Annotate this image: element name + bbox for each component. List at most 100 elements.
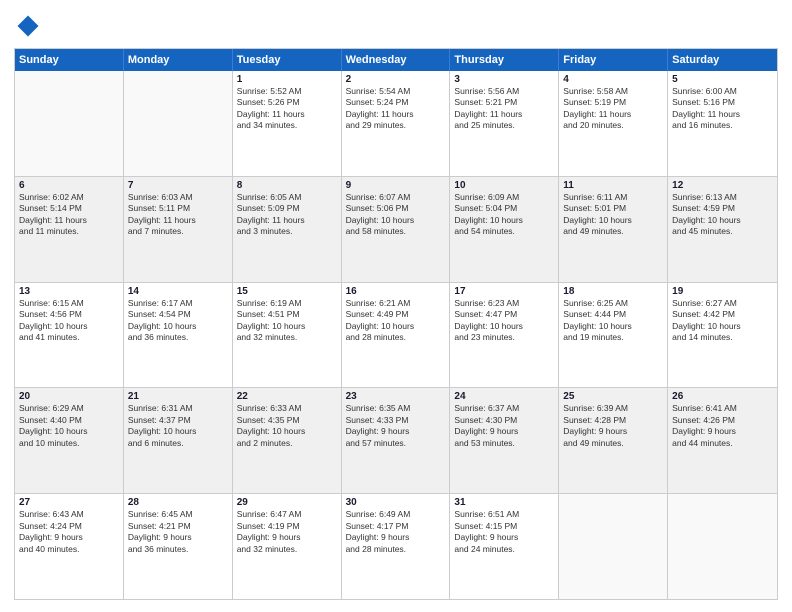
calendar-cell: 12Sunrise: 6:13 AMSunset: 4:59 PMDayligh… [668, 177, 777, 282]
cell-info-line: Sunset: 5:11 PM [128, 203, 228, 214]
cell-info-line: Daylight: 11 hours [128, 215, 228, 226]
cell-info-line: Sunrise: 6:25 AM [563, 298, 663, 309]
calendar-cell [124, 71, 233, 176]
day-number: 22 [237, 391, 337, 402]
cell-info-line: Sunrise: 6:21 AM [346, 298, 446, 309]
calendar-cell: 18Sunrise: 6:25 AMSunset: 4:44 PMDayligh… [559, 283, 668, 388]
cell-info-line: Sunrise: 6:27 AM [672, 298, 773, 309]
cell-info-line: Sunrise: 6:13 AM [672, 192, 773, 203]
cell-info-line: and 14 minutes. [672, 332, 773, 343]
calendar-cell: 31Sunrise: 6:51 AMSunset: 4:15 PMDayligh… [450, 494, 559, 599]
cell-info-line: Sunset: 4:26 PM [672, 415, 773, 426]
day-number: 2 [346, 74, 446, 85]
day-number: 26 [672, 391, 773, 402]
calendar-cell: 27Sunrise: 6:43 AMSunset: 4:24 PMDayligh… [15, 494, 124, 599]
cell-info-line: and 11 minutes. [19, 226, 119, 237]
calendar-cell: 3Sunrise: 5:56 AMSunset: 5:21 PMDaylight… [450, 71, 559, 176]
calendar-cell: 8Sunrise: 6:05 AMSunset: 5:09 PMDaylight… [233, 177, 342, 282]
cell-info-line: Sunrise: 6:02 AM [19, 192, 119, 203]
cell-info-line: and 36 minutes. [128, 332, 228, 343]
calendar-cell: 17Sunrise: 6:23 AMSunset: 4:47 PMDayligh… [450, 283, 559, 388]
day-number: 27 [19, 497, 119, 508]
cell-info-line: and 29 minutes. [346, 120, 446, 131]
cell-info-line: Sunset: 4:47 PM [454, 309, 554, 320]
cell-info-line: Sunset: 4:33 PM [346, 415, 446, 426]
cell-info-line: Sunset: 4:56 PM [19, 309, 119, 320]
day-number: 28 [128, 497, 228, 508]
calendar-cell: 15Sunrise: 6:19 AMSunset: 4:51 PMDayligh… [233, 283, 342, 388]
calendar-cell: 5Sunrise: 6:00 AMSunset: 5:16 PMDaylight… [668, 71, 777, 176]
cell-info-line: Sunset: 4:24 PM [19, 521, 119, 532]
cell-info-line: and 28 minutes. [346, 332, 446, 343]
cell-info-line: Sunset: 4:17 PM [346, 521, 446, 532]
cell-info-line: Daylight: 11 hours [672, 109, 773, 120]
cell-info-line: Sunrise: 6:19 AM [237, 298, 337, 309]
cell-info-line: Sunset: 5:24 PM [346, 97, 446, 108]
day-number: 17 [454, 286, 554, 297]
cell-info-line: Sunrise: 6:51 AM [454, 509, 554, 520]
cell-info-line: Sunset: 5:04 PM [454, 203, 554, 214]
calendar-cell: 24Sunrise: 6:37 AMSunset: 4:30 PMDayligh… [450, 388, 559, 493]
cell-info-line: and 58 minutes. [346, 226, 446, 237]
cell-info-line: Sunset: 4:40 PM [19, 415, 119, 426]
cell-info-line: Daylight: 11 hours [454, 109, 554, 120]
day-number: 24 [454, 391, 554, 402]
cell-info-line: Sunrise: 6:05 AM [237, 192, 337, 203]
calendar-cell: 13Sunrise: 6:15 AMSunset: 4:56 PMDayligh… [15, 283, 124, 388]
calendar-row-1: 6Sunrise: 6:02 AMSunset: 5:14 PMDaylight… [15, 177, 777, 283]
cell-info-line: Daylight: 11 hours [563, 109, 663, 120]
calendar-cell: 1Sunrise: 5:52 AMSunset: 5:26 PMDaylight… [233, 71, 342, 176]
calendar-cell: 16Sunrise: 6:21 AMSunset: 4:49 PMDayligh… [342, 283, 451, 388]
calendar-cell: 22Sunrise: 6:33 AMSunset: 4:35 PMDayligh… [233, 388, 342, 493]
cell-info-line: Sunrise: 6:39 AM [563, 403, 663, 414]
day-number: 20 [19, 391, 119, 402]
cell-info-line: Daylight: 10 hours [672, 321, 773, 332]
cell-info-line: Sunrise: 6:07 AM [346, 192, 446, 203]
cell-info-line: Sunset: 5:06 PM [346, 203, 446, 214]
cell-info-line: and 44 minutes. [672, 438, 773, 449]
cell-info-line: Daylight: 10 hours [563, 215, 663, 226]
day-number: 19 [672, 286, 773, 297]
cell-info-line: and 53 minutes. [454, 438, 554, 449]
cell-info-line: Daylight: 10 hours [19, 321, 119, 332]
day-number: 30 [346, 497, 446, 508]
day-number: 25 [563, 391, 663, 402]
cell-info-line: Sunset: 5:01 PM [563, 203, 663, 214]
cell-info-line: and 24 minutes. [454, 544, 554, 555]
day-number: 21 [128, 391, 228, 402]
day-number: 1 [237, 74, 337, 85]
day-number: 14 [128, 286, 228, 297]
cell-info-line: Daylight: 9 hours [454, 532, 554, 543]
cell-info-line: Sunrise: 5:58 AM [563, 86, 663, 97]
cell-info-line: Sunrise: 6:37 AM [454, 403, 554, 414]
cell-info-line: Sunrise: 6:47 AM [237, 509, 337, 520]
cell-info-line: Sunset: 4:37 PM [128, 415, 228, 426]
cell-info-line: Sunset: 4:35 PM [237, 415, 337, 426]
cell-info-line: Sunset: 5:21 PM [454, 97, 554, 108]
cell-info-line: Sunset: 4:28 PM [563, 415, 663, 426]
calendar-cell [15, 71, 124, 176]
cell-info-line: Sunset: 4:15 PM [454, 521, 554, 532]
cell-info-line: Sunrise: 6:17 AM [128, 298, 228, 309]
cell-info-line: Sunrise: 5:54 AM [346, 86, 446, 97]
calendar-row-0: 1Sunrise: 5:52 AMSunset: 5:26 PMDaylight… [15, 71, 777, 177]
cell-info-line: and 32 minutes. [237, 332, 337, 343]
day-number: 13 [19, 286, 119, 297]
day-number: 5 [672, 74, 773, 85]
cell-info-line: and 20 minutes. [563, 120, 663, 131]
calendar-cell [668, 494, 777, 599]
day-number: 31 [454, 497, 554, 508]
cell-info-line: Sunrise: 6:09 AM [454, 192, 554, 203]
cell-info-line: and 19 minutes. [563, 332, 663, 343]
page: SundayMondayTuesdayWednesdayThursdayFrid… [0, 0, 792, 612]
calendar-cell: 10Sunrise: 6:09 AMSunset: 5:04 PMDayligh… [450, 177, 559, 282]
day-number: 3 [454, 74, 554, 85]
cell-info-line: Daylight: 10 hours [454, 215, 554, 226]
cell-info-line: and 32 minutes. [237, 544, 337, 555]
cell-info-line: and 7 minutes. [128, 226, 228, 237]
cell-info-line: Sunrise: 6:15 AM [19, 298, 119, 309]
cell-info-line: and 23 minutes. [454, 332, 554, 343]
cell-info-line: Daylight: 10 hours [346, 215, 446, 226]
day-number: 15 [237, 286, 337, 297]
calendar-cell: 2Sunrise: 5:54 AMSunset: 5:24 PMDaylight… [342, 71, 451, 176]
